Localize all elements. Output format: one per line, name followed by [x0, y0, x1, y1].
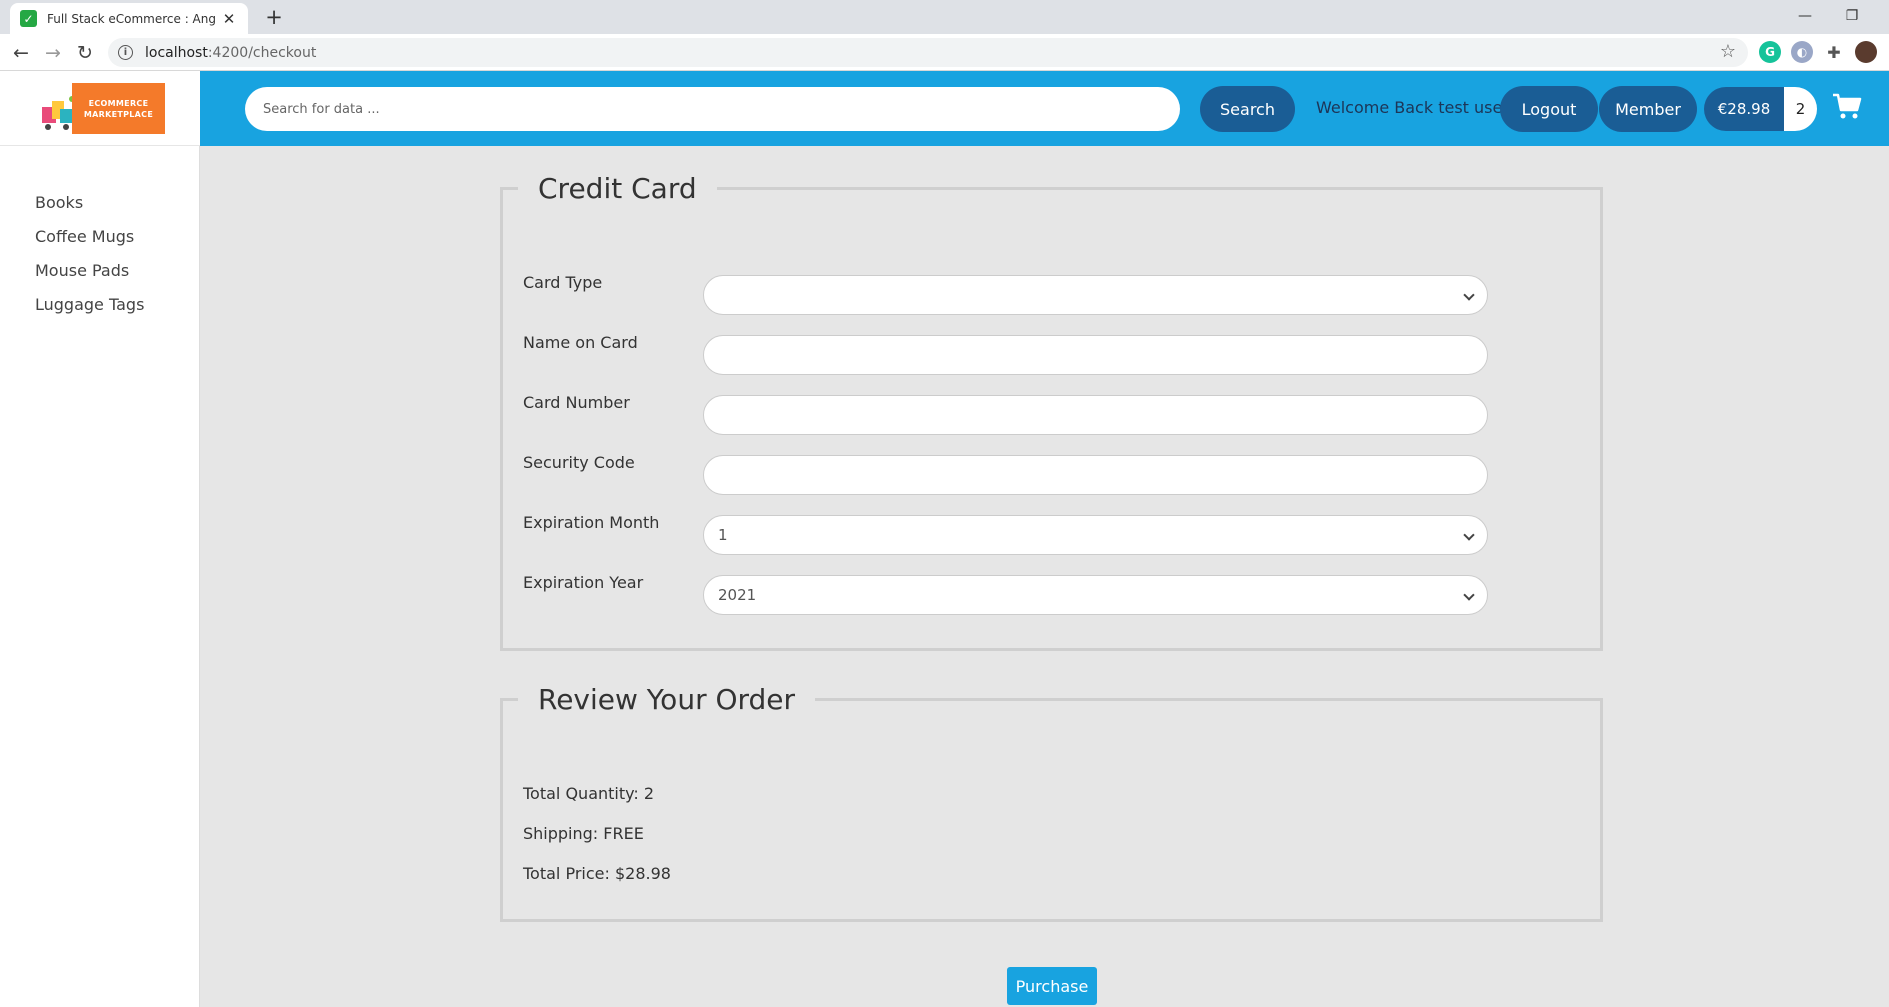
sidebar-item-luggage-tags[interactable]: Luggage Tags [0, 288, 199, 322]
security-code-label: Security Code [523, 453, 635, 472]
search-input[interactable] [245, 87, 1180, 131]
reload-icon[interactable]: ↻ [71, 39, 99, 67]
app-header: Search Welcome Back test user Logout Mem… [200, 71, 1889, 146]
grammarly-extension-icon[interactable]: G [1759, 41, 1781, 63]
card-number-label: Card Number [523, 393, 630, 412]
restore-window-icon[interactable]: ❐ [1832, 3, 1872, 29]
logo-text-box: ECOMMERCE MARKETPLACE [72, 83, 165, 134]
credit-card-panel: Credit Card Card Type Name on Card Card … [500, 172, 1603, 651]
sidebar-item-mouse-pads[interactable]: Mouse Pads [0, 254, 199, 288]
extension-icon[interactable]: ◐ [1791, 41, 1813, 63]
sidebar-item-coffee-mugs[interactable]: Coffee Mugs [0, 220, 199, 254]
bookmark-star-icon[interactable]: ☆ [1720, 41, 1736, 62]
site-logo[interactable]: ECOMMERCE MARKETPLACE [38, 83, 165, 134]
back-arrow-icon[interactable]: ← [7, 39, 35, 67]
shopping-cart-icon[interactable] [1832, 91, 1862, 121]
name-on-card-label: Name on Card [523, 333, 638, 352]
browser-toolbar: ← → ↻ i localhost:4200/checkout ☆ [0, 34, 1889, 71]
browser-tabstrip: ✓ Full Stack eCommerce : Angular and Spr… [0, 0, 1889, 34]
security-code-input[interactable] [703, 455, 1488, 495]
cart-total[interactable]: €28.98 [1704, 87, 1784, 131]
browser-tab[interactable]: ✓ Full Stack eCommerce : Angular and Spr… [10, 3, 248, 34]
url-text: localhost:4200/checkout [145, 44, 317, 61]
expiration-year-select[interactable]: 2021 [703, 575, 1488, 615]
expiration-month-label: Expiration Month [523, 513, 660, 532]
category-sidebar: Books Coffee Mugs Mouse Pads Luggage Tag… [0, 146, 200, 1007]
forward-arrow-icon[interactable]: → [39, 39, 67, 67]
search-button[interactable]: Search [1200, 86, 1295, 132]
shipping-text: Shipping: FREE [523, 824, 644, 843]
welcome-message: Welcome Back test user [1316, 98, 1509, 117]
expiration-year-label: Expiration Year [523, 573, 644, 592]
review-order-panel: Review Your Order Total Quantity: 2 Ship… [500, 683, 1603, 922]
card-type-label: Card Type [523, 273, 603, 292]
total-quantity-text: Total Quantity: 2 [523, 784, 655, 803]
credit-card-heading: Credit Card [538, 172, 697, 205]
profile-avatar[interactable] [1855, 41, 1877, 63]
total-price-text: Total Price: $28.98 [523, 864, 671, 883]
sidebar-item-books[interactable]: Books [0, 186, 199, 220]
expiration-month-select[interactable]: 1 [703, 515, 1488, 555]
checkmark-favicon-icon: ✓ [20, 10, 37, 27]
cart-count-badge[interactable]: 2 [1784, 87, 1817, 131]
site-info-icon[interactable]: i [118, 45, 133, 60]
new-tab-button[interactable]: + [260, 3, 288, 31]
address-bar[interactable]: i localhost:4200/checkout ☆ [108, 38, 1748, 67]
tab-title: Full Stack eCommerce : Angular and Sprin… [47, 11, 217, 26]
close-tab-icon[interactable]: ✕ [220, 10, 238, 28]
extensions-puzzle-icon[interactable]: ✚ [1823, 41, 1845, 63]
logo-area: ECOMMERCE MARKETPLACE [0, 71, 200, 146]
member-button[interactable]: Member [1599, 86, 1697, 132]
logout-button[interactable]: Logout [1500, 86, 1598, 132]
purchase-button[interactable]: Purchase [1007, 967, 1097, 1005]
card-type-select[interactable] [703, 275, 1488, 315]
card-number-input[interactable] [703, 395, 1488, 435]
review-order-heading: Review Your Order [538, 683, 796, 716]
minimize-window-icon[interactable]: — [1785, 3, 1825, 29]
name-on-card-input[interactable] [703, 335, 1488, 375]
